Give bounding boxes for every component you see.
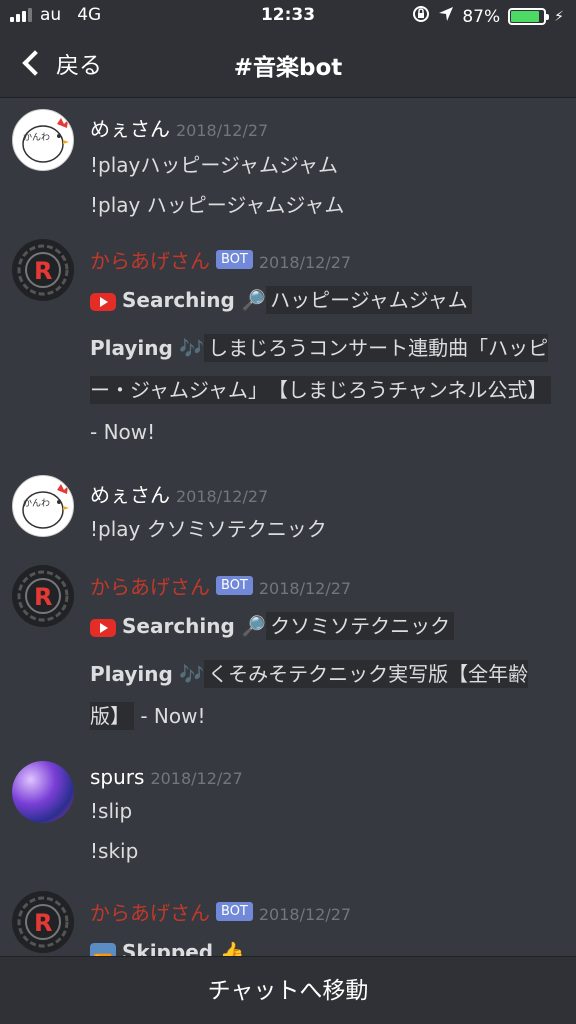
message-text: !skip: [90, 839, 139, 863]
message-header: からあげさん BOT 2018/12/27: [90, 897, 351, 926]
message-header: からあげさん BOT 2018/12/27: [90, 245, 351, 274]
bot-badge: BOT: [216, 902, 253, 921]
bot-badge: BOT: [216, 576, 253, 595]
bot-badge: BOT: [216, 250, 253, 269]
message-body: Searching 🔎 ハッピージャムジャム Playing 🎶 しまじろうコンサー…: [90, 279, 560, 453]
timestamp: 2018/12/27: [258, 905, 352, 924]
message-text: !playハッピージャムジャム: [90, 153, 338, 177]
message-body: Searching 🔎 クソミソテクニック Playing 🎶 くそみそテクニック実…: [90, 605, 560, 737]
nav-bar: 戻る #音楽bot: [0, 32, 576, 98]
status-right: 87% ⚡: [412, 5, 564, 28]
charging-icon: ⚡: [554, 8, 564, 25]
channel-title: #音楽bot: [233, 55, 343, 81]
timestamp: 2018/12/27: [258, 253, 352, 272]
orientation-lock-icon: [412, 5, 430, 28]
timestamp: 2018/12/27: [258, 579, 352, 598]
playing-label: Playing: [90, 336, 173, 360]
timestamp: 2018/12/27: [150, 769, 243, 788]
music-notes-icon: 🎶: [179, 336, 205, 360]
username[interactable]: spurs: [90, 765, 144, 789]
searching-label: Searching: [122, 614, 235, 638]
searching-line: Searching 🔎 クソミソテクニック: [90, 605, 560, 647]
message-text: !slip: [90, 799, 133, 823]
username[interactable]: めぇさん: [90, 479, 170, 508]
playing-line: Playing 🎶 しまじろうコンサート連動曲「ハッピー・ジャムジャム」 【しまじ…: [90, 327, 560, 453]
username[interactable]: からあげさん: [90, 571, 210, 600]
avatar[interactable]: R: [12, 891, 74, 953]
svg-text:かんわ: かんわ: [23, 498, 50, 509]
message-text: !play ハッピージャムジャム: [90, 193, 345, 217]
message-text: !play クソミソテクニック: [90, 517, 327, 541]
message-feed[interactable]: かんわ めぇさん 2018/12/27 !playハッピージャムジャム !pla…: [0, 99, 576, 956]
searching-label: Searching: [122, 288, 235, 312]
username[interactable]: からあげさん: [90, 897, 210, 926]
timestamp: 2018/12/27: [176, 487, 269, 506]
message-header: spurs 2018/12/27: [90, 765, 243, 789]
avatar[interactable]: かんわ: [12, 109, 74, 171]
battery-icon: [508, 8, 550, 25]
avatar[interactable]: かんわ: [12, 475, 74, 537]
fast-forward-icon: [90, 942, 116, 956]
message-header: からあげさん BOT 2018/12/27: [90, 571, 351, 600]
search-query: クソミソテクニック: [266, 612, 455, 640]
svg-text:R: R: [34, 583, 52, 611]
location-icon: [438, 6, 454, 27]
timestamp: 2018/12/27: [176, 121, 269, 140]
thumbs-up-icon: 👍: [219, 940, 245, 956]
svg-text:R: R: [34, 257, 52, 285]
svg-text:かんわ: かんわ: [23, 132, 50, 143]
search-icon: 🔎: [241, 288, 267, 312]
avatar[interactable]: R: [12, 565, 74, 627]
youtube-icon: [90, 292, 116, 311]
search-icon: 🔎: [241, 614, 267, 638]
message-header: めぇさん 2018/12/27: [90, 113, 268, 142]
status-text: - Now!: [90, 420, 156, 444]
username[interactable]: めぇさん: [90, 113, 170, 142]
message-body: Skipped 👍: [90, 931, 560, 956]
avatar[interactable]: R: [12, 239, 74, 301]
youtube-icon: [90, 618, 116, 637]
avatar[interactable]: [12, 761, 74, 823]
svg-text:R: R: [34, 909, 52, 937]
playing-label: Playing: [90, 662, 173, 686]
searching-line: Searching 🔎 ハッピージャムジャム: [90, 279, 560, 321]
battery-percent: 87%: [462, 6, 501, 27]
go-to-chat-button[interactable]: チャットへ移動: [0, 956, 576, 1024]
music-notes-icon: 🎶: [179, 662, 205, 686]
skipped-label: Skipped: [122, 940, 214, 956]
status-text: - Now!: [140, 704, 206, 728]
playing-line: Playing 🎶 くそみそテクニック実写版【全年齢版】 - Now!: [90, 653, 560, 737]
message-header: めぇさん 2018/12/27: [90, 479, 268, 508]
status-bar: au 4G 12:33 87% ⚡: [0, 0, 576, 32]
username[interactable]: からあげさん: [90, 245, 210, 274]
search-query: ハッピージャムジャム: [266, 286, 472, 314]
